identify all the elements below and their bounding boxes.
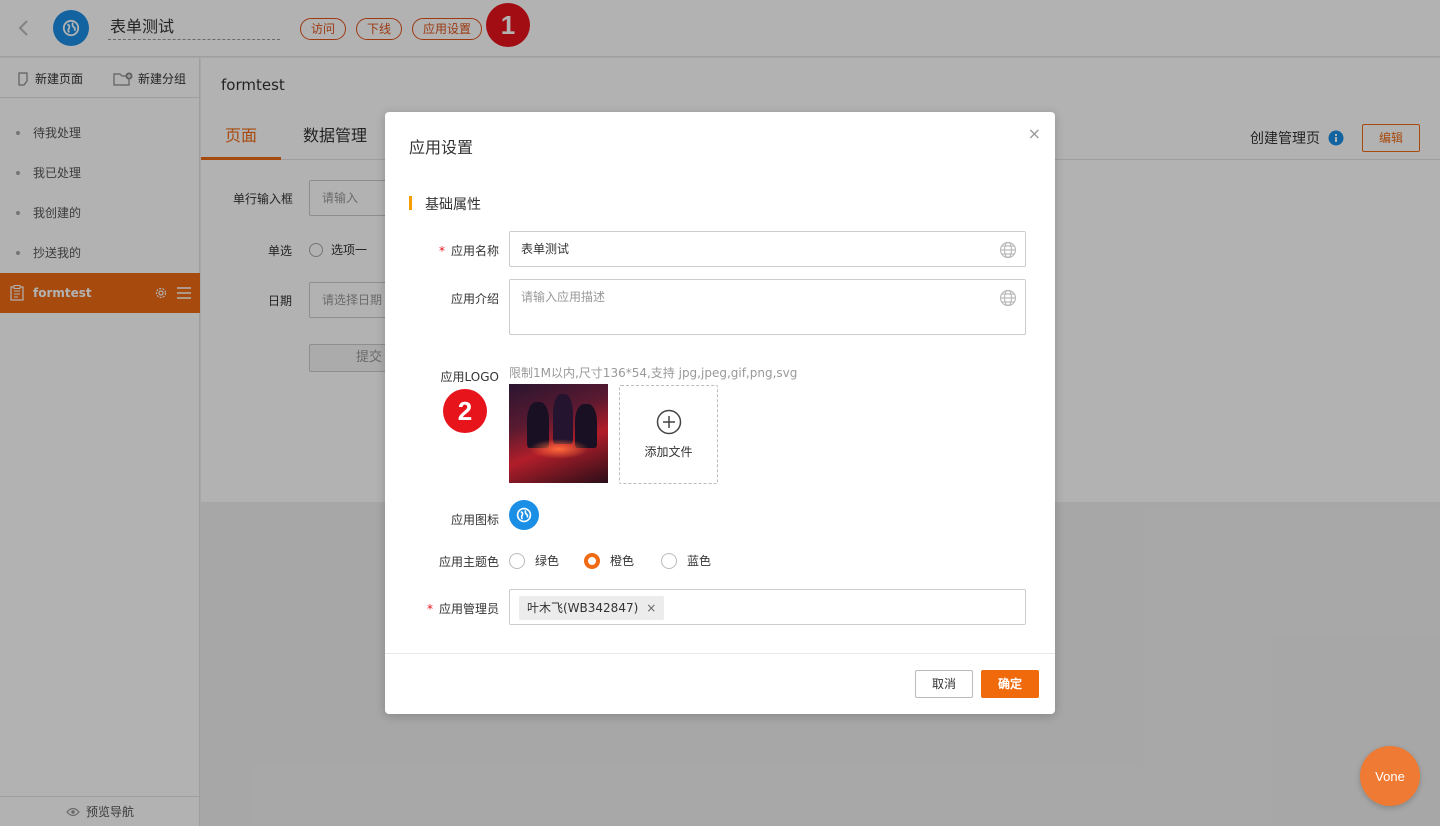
theme-color-label: 应用主题色: [438, 555, 499, 569]
globe-icon[interactable]: [999, 289, 1017, 307]
theme-orange-label: 橙色: [610, 554, 635, 568]
plus-circle-icon: [656, 409, 681, 435]
radio-circle-checked: [584, 552, 600, 569]
cancel-button[interactable]: 取消: [915, 670, 973, 698]
app-name-input[interactable]: 表单测试: [509, 231, 1026, 267]
app-icon-picker[interactable]: [509, 500, 539, 530]
theme-orange-radio[interactable]: 橙色: [584, 552, 634, 569]
app-icon-label: 应用图标: [450, 513, 499, 527]
app-name-label: 应用名称: [409, 242, 499, 259]
theme-green-label: 绿色: [535, 554, 560, 568]
radio-circle: [661, 552, 677, 569]
annotation-badge-2: 2: [443, 389, 487, 433]
admin-tag: 叶木飞(WB342847) ×: [519, 596, 665, 620]
logo-thumbnail[interactable]: [509, 384, 608, 483]
app-intro-placeholder: 请输入应用描述: [521, 290, 606, 304]
theme-blue-radio[interactable]: 蓝色: [661, 552, 711, 569]
add-file-button[interactable]: 添加文件: [619, 385, 718, 484]
logo-hint: 限制1M以内,尺寸136*54,支持 jpg,jpeg,gif,png,svg: [509, 366, 798, 380]
app-admin-input[interactable]: 叶木飞(WB342847) ×: [509, 589, 1026, 625]
app-intro-textarea[interactable]: 请输入应用描述: [509, 279, 1026, 335]
close-icon[interactable]: ×: [1028, 124, 1041, 143]
confirm-button[interactable]: 确定: [981, 670, 1039, 698]
theme-green-radio[interactable]: 绿色: [509, 552, 559, 569]
app-logo-label: 应用LOGO: [440, 370, 499, 384]
app-name-value: 表单测试: [521, 242, 570, 256]
dialog-title: 应用设置: [409, 138, 474, 157]
dialog-footer-divider: [385, 653, 1055, 654]
theme-blue-label: 蓝色: [687, 554, 712, 568]
section-title: 基础属性: [409, 194, 481, 214]
globe-icon: [516, 507, 532, 523]
add-file-label: 添加文件: [644, 445, 693, 459]
globe-icon[interactable]: [999, 241, 1017, 259]
app-admin-label: 应用管理员: [409, 600, 499, 617]
app-intro-label: 应用介绍: [450, 292, 499, 306]
vone-assistant-button[interactable]: Vone: [1360, 746, 1420, 806]
admin-tag-label: 叶木飞(WB342847): [527, 601, 639, 615]
radio-circle: [509, 552, 525, 569]
tag-remove-icon[interactable]: ×: [646, 596, 656, 620]
